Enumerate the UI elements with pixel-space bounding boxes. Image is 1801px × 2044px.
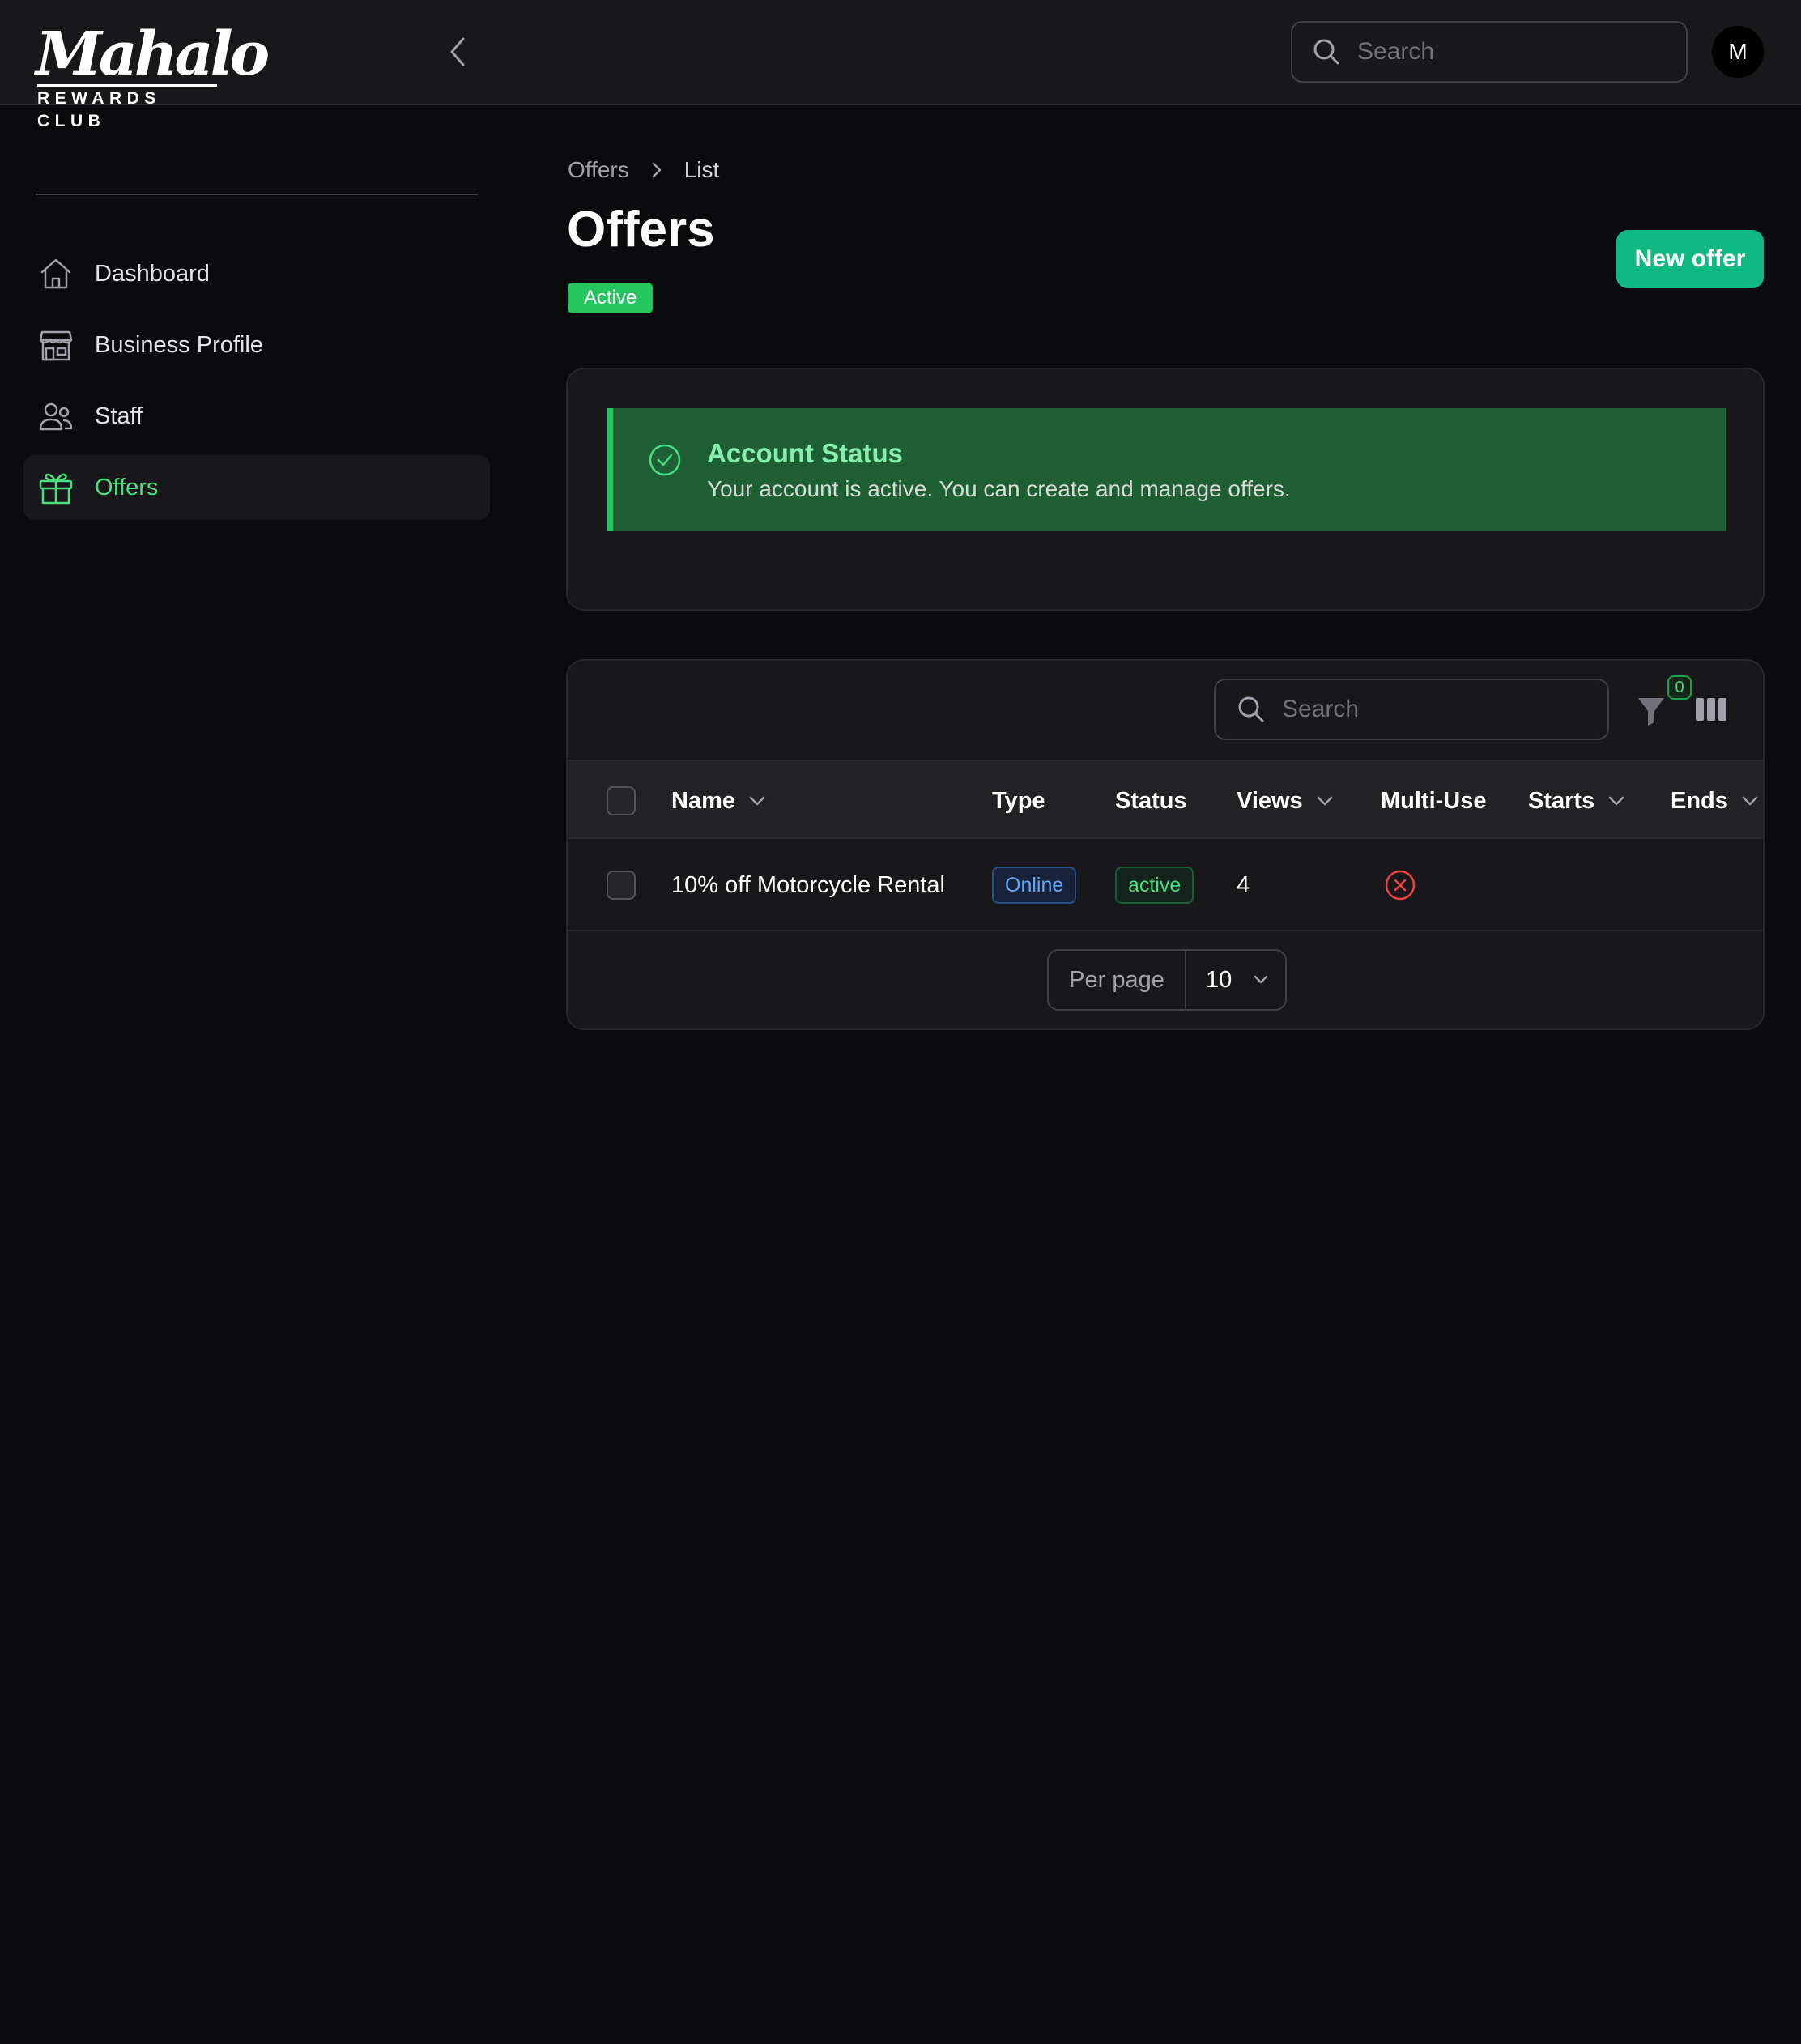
chevron-left-icon	[450, 37, 465, 66]
table-header: Name Type Status Views Multi-Use Starts …	[568, 760, 1763, 841]
column-header-label: Name	[671, 787, 735, 814]
breadcrumb-list: List	[683, 157, 720, 182]
page-title: Offers	[567, 202, 715, 258]
cell-type: Online	[992, 839, 1077, 931]
chevron-down-icon	[1254, 975, 1268, 984]
table-search-input[interactable]	[1282, 696, 1590, 723]
search-icon	[1313, 39, 1339, 65]
filter-icon	[1638, 698, 1664, 726]
cell-name[interactable]: 10% off Motorcycle Rental	[671, 839, 945, 931]
sidebar-item-label: Staff	[95, 402, 143, 429]
status-badge: active	[1115, 867, 1194, 904]
table-search[interactable]	[1214, 679, 1609, 740]
column-header-ends[interactable]: Ends	[1671, 761, 1759, 841]
account-status-alert: Account Status Your account is active. Y…	[607, 408, 1726, 531]
filter-button[interactable]	[1637, 695, 1666, 727]
per-page-value: 10	[1206, 966, 1233, 993]
column-header-label: Ends	[1671, 787, 1728, 814]
column-header-label: Views	[1237, 787, 1303, 814]
chevron-down-icon	[1742, 796, 1758, 806]
sidebar-item-business-profile[interactable]: Business Profile	[23, 313, 490, 377]
account-status-badge: Active	[568, 283, 654, 313]
column-header-label: Status	[1115, 787, 1187, 814]
alert-title: Account Status	[707, 438, 904, 468]
sidebar-item-label: Offers	[95, 474, 159, 500]
check-circle-icon	[649, 444, 681, 476]
account-status-panel: Account Status Your account is active. Y…	[566, 368, 1765, 611]
cell-status: active	[1115, 839, 1194, 931]
global-search-input[interactable]	[1357, 38, 1665, 66]
column-header-views[interactable]: Views	[1237, 761, 1334, 841]
column-header-starts[interactable]: Starts	[1528, 761, 1625, 841]
home-icon	[40, 258, 71, 289]
columns-icon	[1696, 698, 1726, 721]
sidebar-item-offers[interactable]: Offers	[23, 455, 490, 520]
breadcrumb-offers[interactable]: Offers	[568, 157, 629, 183]
cell-views: 4	[1237, 871, 1250, 898]
breadcrumb: Offers List	[568, 157, 719, 183]
sidebar-divider	[36, 194, 478, 195]
select-all-checkbox[interactable]	[607, 786, 636, 815]
type-badge: Online	[992, 867, 1077, 904]
alert-message: Your account is active. You can create a…	[707, 476, 1291, 501]
sidebar-item-label: Dashboard	[95, 260, 210, 287]
column-header-status: Status	[1115, 761, 1187, 841]
new-offer-button[interactable]: New offer	[1616, 230, 1764, 288]
storefront-icon	[39, 330, 73, 361]
column-header-name[interactable]: Name	[671, 761, 766, 841]
per-page-label: Per page	[1049, 951, 1186, 1009]
chevron-down-icon	[749, 796, 765, 806]
chevron-down-icon	[1317, 796, 1332, 806]
sidebar-item-staff[interactable]: Staff	[23, 384, 490, 449]
search-icon	[1238, 696, 1264, 722]
column-header-type: Type	[992, 761, 1045, 841]
sidebar-item-dashboard[interactable]: Dashboard	[23, 241, 490, 306]
brand-name: Mahalo	[36, 19, 270, 89]
chevron-right-icon	[652, 162, 661, 178]
user-avatar[interactable]: M	[1712, 26, 1764, 78]
row-checkbox[interactable]	[607, 871, 636, 900]
brand-tagline: REWARDS CLUB	[37, 89, 161, 130]
breadcrumb-separator	[650, 161, 663, 179]
sidebar-item-label: Business Profile	[95, 331, 263, 358]
column-header-multi-use: Multi-Use	[1381, 761, 1487, 841]
chevron-down-icon	[1608, 796, 1624, 806]
column-header-label: Starts	[1528, 787, 1595, 814]
cell-multi-use	[1384, 839, 1416, 931]
global-search[interactable]	[1291, 21, 1688, 83]
column-header-label: Multi-Use	[1381, 787, 1487, 814]
users-icon	[39, 402, 73, 431]
collapse-sidebar-button[interactable]	[444, 34, 473, 70]
toggle-columns-button[interactable]	[1695, 696, 1727, 722]
per-page-control: Per page 10	[1047, 949, 1287, 1011]
column-header-label: Type	[992, 787, 1045, 814]
brand-logo[interactable]: Mahalo REWARDS CLUB	[36, 19, 270, 130]
x-circle-icon	[1385, 870, 1416, 901]
logo-underline	[37, 84, 217, 87]
filter-count-badge: 0	[1667, 675, 1692, 700]
top-bar: Mahalo REWARDS CLUB M	[0, 0, 1801, 130]
offers-table-panel: 0 Name Type Status Views Multi-Use Start…	[566, 659, 1765, 1030]
per-page-select[interactable]: 10	[1186, 967, 1285, 994]
table-row[interactable]: 10% off Motorcycle Rental Online active …	[568, 839, 1763, 931]
gift-icon	[39, 473, 73, 505]
